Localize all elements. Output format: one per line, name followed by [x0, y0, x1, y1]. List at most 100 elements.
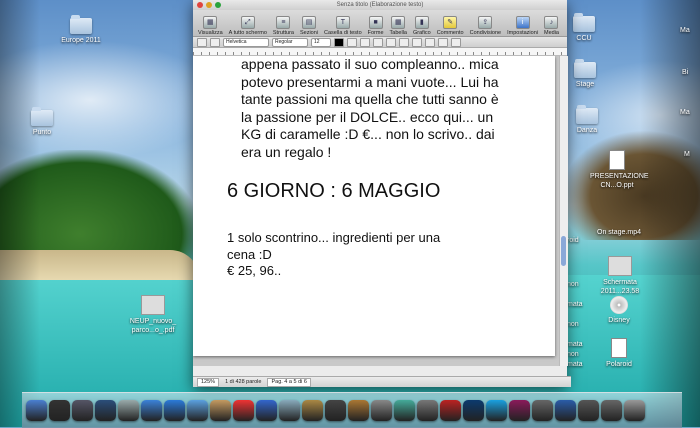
- finder-icon[interactable]: [26, 400, 47, 421]
- text-color-well[interactable]: [334, 37, 344, 47]
- bold-button[interactable]: [347, 37, 357, 47]
- edge-label[interactable]: mata: [567, 340, 583, 349]
- desktop-file-polaroid[interactable]: Polaroid: [600, 338, 638, 369]
- desktop-folder-danza[interactable]: Danza: [572, 105, 602, 135]
- columns-button[interactable]: [451, 37, 461, 47]
- vertical-scrollbar[interactable]: [559, 56, 568, 366]
- folder-icon: [574, 59, 596, 78]
- toolbar-table-button[interactable]: ▦ Tabella: [388, 16, 409, 36]
- edge-label[interactable]: Bi: [682, 68, 688, 77]
- zoom-button[interactable]: [215, 2, 221, 8]
- font-family-select[interactable]: Helvetica: [223, 37, 269, 47]
- preview-icon[interactable]: [371, 400, 392, 421]
- tool-icon[interactable]: [532, 400, 553, 421]
- edge-label[interactable]: mata: [567, 360, 583, 369]
- toolbar-inspector-button[interactable]: i Impostazioni: [505, 16, 540, 36]
- itunes-icon[interactable]: [256, 400, 277, 421]
- toolbar-sections-button[interactable]: ▤ Sezioni: [298, 16, 320, 36]
- desktop-folder-ccu[interactable]: CCU: [570, 13, 598, 43]
- toolbar-media-button[interactable]: ♪ Media: [542, 16, 561, 36]
- toolbar-view-button[interactable]: ▦ Visualizza: [196, 16, 225, 36]
- shapes-icon: ■: [368, 16, 383, 29]
- preferences-icon[interactable]: [417, 400, 438, 421]
- launchpad-icon[interactable]: [72, 400, 93, 421]
- expose-icon[interactable]: [95, 400, 116, 421]
- toolbar-shapes-button[interactable]: ■ Forme: [366, 16, 386, 36]
- desktop-file-screenshot[interactable]: Schermata 2011...23.58: [594, 256, 646, 296]
- minimize-button[interactable]: [206, 2, 212, 8]
- page-indicator[interactable]: Pag. 4 a 5 di 6: [267, 377, 311, 387]
- desktop-folder-europe[interactable]: Europe 2011: [58, 15, 104, 45]
- edge-label[interactable]: roid: [567, 236, 579, 245]
- spacing-button[interactable]: [438, 37, 448, 47]
- toolbar-textbox-button[interactable]: T Casella di testo: [322, 16, 364, 36]
- skype-icon[interactable]: [486, 400, 507, 421]
- desktop-folder-stage[interactable]: Stage: [570, 59, 600, 89]
- garageband-icon[interactable]: [348, 400, 369, 421]
- body-text: 1 solo scontrino... ingredienti per una …: [227, 230, 441, 278]
- align-left-button[interactable]: [386, 37, 396, 47]
- toolbar-share-button[interactable]: ⇪ Condivisione: [468, 16, 504, 36]
- font-size-select[interactable]: 12: [311, 37, 331, 47]
- photoboot-icon[interactable]: [440, 400, 461, 421]
- desktop-file-video[interactable]: On stage.mp4: [594, 228, 644, 237]
- comment-icon: ✎: [443, 16, 458, 29]
- close-button[interactable]: [197, 2, 203, 8]
- word-count: 1 di 428 parole: [225, 379, 262, 385]
- document-icon: [611, 338, 627, 358]
- trash-icon[interactable]: [624, 400, 645, 421]
- edge-label[interactable]: non: [567, 280, 579, 289]
- dashboard-icon[interactable]: [49, 400, 70, 421]
- window-titlebar[interactable]: Senza titolo (Elaborazione testo): [193, 0, 567, 10]
- italic-button[interactable]: [360, 37, 370, 47]
- list-button[interactable]: [210, 37, 220, 47]
- font-style-select[interactable]: Regolar: [272, 37, 308, 47]
- section-heading: 6 GIORNO : 6 MAGGIO: [227, 180, 441, 202]
- edge-label[interactable]: non: [567, 320, 579, 329]
- underline-button[interactable]: [373, 37, 383, 47]
- desktop-folder-punto[interactable]: Punto: [22, 107, 62, 137]
- desktop-file-ppt[interactable]: PRESENTAZIONE CN...O.ppt: [590, 150, 649, 190]
- calendar-icon[interactable]: [233, 400, 254, 421]
- appstore2-icon[interactable]: [555, 400, 576, 421]
- table-icon: ▦: [391, 16, 406, 29]
- stack-icon[interactable]: [118, 400, 139, 421]
- edge-label[interactable]: non: [567, 350, 579, 359]
- pages-window: Senza titolo (Elaborazione testo) ▦ Visua…: [193, 0, 571, 387]
- scroll-thumb[interactable]: [561, 236, 566, 266]
- toolbar-comment-button[interactable]: ✎ Commento: [435, 16, 466, 36]
- safari-icon[interactable]: [141, 400, 162, 421]
- align-right-button[interactable]: [412, 37, 422, 47]
- contacts-icon[interactable]: [210, 400, 231, 421]
- imovie-icon[interactable]: [325, 400, 346, 421]
- documents-icon[interactable]: [601, 400, 622, 421]
- toolbar-fullscreen-button[interactable]: ⤢ A tutto schermo: [227, 16, 269, 36]
- timemachine-icon[interactable]: [394, 400, 415, 421]
- desktop-disc-disney[interactable]: Disney: [604, 296, 634, 325]
- ppt-file-icon: [609, 150, 625, 170]
- mail-icon[interactable]: [187, 400, 208, 421]
- appstore-icon[interactable]: [164, 400, 185, 421]
- edge-label[interactable]: Ma: [680, 26, 690, 35]
- edge-label[interactable]: Ma: [680, 108, 690, 117]
- window-title: Senza titolo (Elaborazione testo): [336, 2, 424, 8]
- ichat-icon[interactable]: [279, 400, 300, 421]
- textbox-icon: T: [335, 16, 350, 29]
- desktop-file-pdf[interactable]: NEUP_nuovo_ parco...o_.pdf: [124, 295, 182, 335]
- downloads-icon[interactable]: [578, 400, 599, 421]
- styles-button[interactable]: [197, 37, 207, 47]
- edge-label[interactable]: M: [684, 150, 690, 159]
- toolbar-outline-button[interactable]: ≡ Struttura: [271, 16, 296, 36]
- ps-icon[interactable]: [463, 400, 484, 421]
- document-page[interactable]: appena passato il suo compleanno.. mica …: [193, 56, 555, 356]
- align-center-button[interactable]: [399, 37, 409, 47]
- zoom-select[interactable]: 125%: [197, 377, 220, 387]
- folder-icon: [576, 105, 598, 124]
- paragraph-text: appena passato il suo compleanno.. mica …: [241, 56, 499, 160]
- indesign-icon[interactable]: [509, 400, 530, 421]
- toolbar-chart-button[interactable]: ▮ Grafico: [411, 16, 433, 36]
- justify-button[interactable]: [425, 37, 435, 47]
- ruler[interactable]: [193, 48, 567, 56]
- iphoto-icon[interactable]: [302, 400, 323, 421]
- edge-label[interactable]: mata: [567, 300, 583, 309]
